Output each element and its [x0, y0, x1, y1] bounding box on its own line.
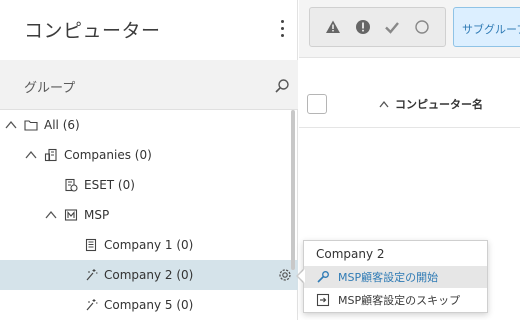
group-tree: All (6) Companies (0) ESET (0) MSP Compa… [0, 110, 298, 320]
tree-item-label: MSP [84, 208, 110, 222]
chevron-up-icon[interactable] [44, 208, 58, 222]
tree-item-company-1[interactable]: Company 1 (0) [0, 230, 298, 260]
menu-pointer-fill [298, 269, 305, 283]
chevron-up-icon[interactable] [24, 148, 38, 162]
table-header: コンピューター名 [299, 80, 520, 128]
context-menu: Company 2 MSP顧客設定の開始 MSP顧客設定のスキップ [303, 240, 488, 313]
tree-item-label: ESET (0) [84, 178, 135, 192]
search-icon[interactable] [274, 78, 290, 94]
tree-item-label: Company 5 (0) [104, 298, 194, 312]
building-group-icon [44, 148, 57, 162]
tree-item-label: Company 2 (0) [104, 268, 194, 282]
tree-item-label: Companies (0) [64, 148, 152, 162]
tree-item-msp[interactable]: MSP [0, 200, 298, 230]
tree-scrollbar[interactable] [291, 110, 295, 270]
filter-bar: サブグループ [299, 0, 520, 58]
folder-icon [24, 120, 38, 131]
tree-item-eset[interactable]: ESET (0) [0, 170, 298, 200]
tree-item-company-2[interactable]: Company 2 (0) [0, 260, 298, 290]
tree-item-label: Company 1 (0) [104, 238, 194, 252]
building-icon [85, 238, 97, 252]
skip-icon [316, 293, 330, 307]
wand-icon [86, 299, 98, 311]
tree-item-company-5[interactable]: Company 5 (0) [0, 290, 298, 320]
context-menu-title: Company 2 [316, 247, 385, 261]
wand-icon [86, 269, 98, 281]
menu-item-start-msp-setup[interactable]: MSP顧客設定の開始 [304, 266, 487, 288]
subgroup-toggle-button[interactable]: サブグループ [453, 7, 520, 47]
wrench-icon [317, 271, 329, 283]
tree-item-all[interactable]: All (6) [0, 110, 298, 140]
column-header-computer-name[interactable]: コンピューター名 [395, 96, 483, 112]
select-all-checkbox[interactable] [307, 94, 327, 114]
menu-item-skip-msp-setup[interactable]: MSP顧客設定のスキップ [304, 289, 487, 311]
menu-item-label: MSP顧客設定の開始 [338, 271, 439, 284]
circle-icon[interactable] [414, 19, 430, 35]
menu-item-label: MSP顧客設定のスキップ [338, 294, 461, 307]
company-icon [65, 178, 78, 192]
kebab-menu-icon[interactable] [280, 20, 286, 40]
group-header: グループ [0, 60, 298, 110]
warning-icon[interactable] [325, 19, 341, 35]
sort-ascending-icon[interactable] [378, 98, 390, 110]
tree-item-companies[interactable]: Companies (0) [0, 140, 298, 170]
group-label: グループ [24, 81, 76, 96]
status-filter-group [309, 7, 446, 47]
error-icon[interactable] [355, 19, 371, 35]
page-title: コンピューター [24, 20, 161, 42]
msp-icon [64, 209, 78, 221]
groups-panel: コンピューター グループ All (6) Companies (0) ESET … [0, 0, 298, 320]
check-icon[interactable] [384, 19, 400, 35]
tree-item-label: All (6) [44, 118, 80, 132]
chevron-up-icon[interactable] [4, 118, 18, 132]
